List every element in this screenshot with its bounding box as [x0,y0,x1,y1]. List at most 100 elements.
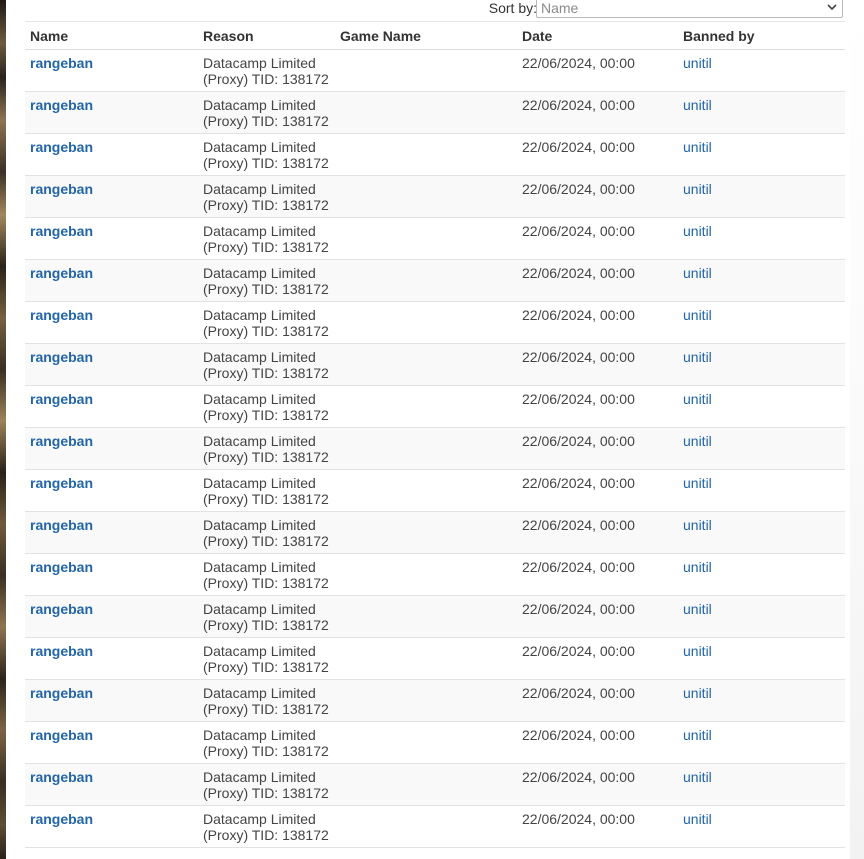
cell-game-name [335,805,517,848]
cell-reason: Datacamp Limited (Proxy) TID: 138172 [198,679,335,722]
player-name-link[interactable]: rangeban [30,727,93,743]
cell-date: 22/06/2024, 00:00 [517,301,678,344]
banned-by-link[interactable]: unitil [683,223,712,239]
reason-line-2: (Proxy) TID: 138172 [203,239,329,255]
cell-game-name [335,343,517,386]
cell-game-name [335,427,517,470]
reason-line-2: (Proxy) TID: 138172 [203,407,329,423]
table-row: rangeban Datacamp Limited (Proxy) TID: 138… [25,385,845,428]
reason-line-2: (Proxy) TID: 138172 [203,323,329,339]
table-row: rangeban Datacamp Limited (Proxy) TID: 138… [25,637,845,680]
banned-by-link[interactable]: unitil [683,769,712,785]
player-name-link[interactable]: rangeban [30,643,93,659]
cell-date: 22/06/2024, 00:00 [517,721,678,764]
banned-by-link[interactable]: unitil [683,475,712,491]
banned-by-link[interactable]: unitil [683,811,712,827]
player-name-link[interactable]: rangeban [30,307,93,323]
reason-line-2: (Proxy) TID: 138172 [203,71,329,87]
player-name-link[interactable]: rangeban [30,811,93,827]
table-row: rangeban Datacamp Limited (Proxy) TID: 138… [25,721,845,764]
reason-line-2: (Proxy) TID: 138172 [203,701,329,717]
cell-game-name [335,301,517,344]
cell-game-name [335,49,517,92]
banned-by-link[interactable]: unitil [683,685,712,701]
cell-date: 22/06/2024, 00:00 [517,553,678,596]
cell-reason: Datacamp Limited (Proxy) TID: 138172 [198,385,335,428]
table-row: rangeban Datacamp Limited (Proxy) TID: 138… [25,427,845,470]
player-name-link[interactable]: rangeban [30,265,93,281]
player-name-link[interactable]: rangeban [30,349,93,365]
cell-banned-by: unitil [678,553,845,596]
reason-line-2: (Proxy) TID: 138172 [203,575,329,591]
cell-game-name [335,721,517,764]
player-name-link[interactable]: rangeban [30,475,93,491]
cell-date: 22/06/2024, 00:00 [517,427,678,470]
table-row: rangeban Datacamp Limited (Proxy) TID: 138… [25,469,845,512]
ban-list-panel: Sort by: Name Name Reason Game Name Date… [6,0,850,859]
banned-by-link[interactable]: unitil [683,391,712,407]
cell-reason: Datacamp Limited (Proxy) TID: 138172 [198,805,335,848]
player-name-link[interactable]: rangeban [30,685,93,701]
reason-line-2: (Proxy) TID: 138172 [203,449,329,465]
banned-by-link[interactable]: unitil [683,307,712,323]
cell-banned-by: unitil [678,301,845,344]
player-name-link[interactable]: rangeban [30,391,93,407]
column-header-reason[interactable]: Reason [198,21,335,50]
cell-date: 22/06/2024, 00:00 [517,679,678,722]
reason-line-2: (Proxy) TID: 138172 [203,827,329,843]
cell-name: rangeban [25,427,198,470]
cell-date: 22/06/2024, 00:00 [517,259,678,302]
reason-line-2: (Proxy) TID: 138172 [203,365,329,381]
cell-banned-by: unitil [678,763,845,806]
cell-reason: Datacamp Limited (Proxy) TID: 138172 [198,343,335,386]
cell-game-name [335,259,517,302]
player-name-link[interactable]: rangeban [30,601,93,617]
cell-banned-by: unitil [678,427,845,470]
cell-reason: Datacamp Limited (Proxy) TID: 138172 [198,49,335,92]
player-name-link[interactable]: rangeban [30,55,93,71]
banned-by-link[interactable]: unitil [683,97,712,113]
cell-date: 22/06/2024, 00:00 [517,637,678,680]
player-name-link[interactable]: rangeban [30,97,93,113]
banned-by-link[interactable]: unitil [683,139,712,155]
cell-date: 22/06/2024, 00:00 [517,511,678,554]
reason-line-1: Datacamp Limited [203,265,316,281]
player-name-link[interactable]: rangeban [30,559,93,575]
cell-reason: Datacamp Limited (Proxy) TID: 138172 [198,595,335,638]
banned-by-link[interactable]: unitil [683,559,712,575]
banned-by-link[interactable]: unitil [683,265,712,281]
player-name-link[interactable]: rangeban [30,517,93,533]
column-header-banned-by[interactable]: Banned by [678,21,845,50]
cell-date: 22/06/2024, 00:00 [517,343,678,386]
player-name-link[interactable]: rangeban [30,139,93,155]
sort-label: Sort by: [488,0,537,16]
cell-banned-by: unitil [678,217,845,260]
sort-select[interactable]: Name [536,0,843,18]
banned-by-link[interactable]: unitil [683,727,712,743]
cell-name: rangeban [25,91,198,134]
banned-by-link[interactable]: unitil [683,349,712,365]
cell-date: 22/06/2024, 00:00 [517,91,678,134]
player-name-link[interactable]: rangeban [30,433,93,449]
cell-name: rangeban [25,721,198,764]
banned-by-link[interactable]: unitil [683,517,712,533]
banned-by-link[interactable]: unitil [683,643,712,659]
player-name-link[interactable]: rangeban [30,223,93,239]
ban-table-header: Name Reason Game Name Date Banned by [25,21,845,50]
cell-name: rangeban [25,343,198,386]
player-name-link[interactable]: rangeban [30,181,93,197]
column-header-name[interactable]: Name [25,21,198,50]
cell-banned-by: unitil [678,679,845,722]
cell-date: 22/06/2024, 00:00 [517,805,678,848]
banned-by-link[interactable]: unitil [683,601,712,617]
cell-date: 22/06/2024, 00:00 [517,217,678,260]
banned-by-link[interactable]: unitil [683,181,712,197]
player-name-link[interactable]: rangeban [30,769,93,785]
column-header-game-name[interactable]: Game Name [335,21,517,50]
banned-by-link[interactable]: unitil [683,433,712,449]
column-header-date[interactable]: Date [517,21,678,50]
reason-line-1: Datacamp Limited [203,727,316,743]
cell-name: rangeban [25,679,198,722]
banned-by-link[interactable]: unitil [683,55,712,71]
table-row: rangeban Datacamp Limited (Proxy) TID: 138… [25,175,845,218]
